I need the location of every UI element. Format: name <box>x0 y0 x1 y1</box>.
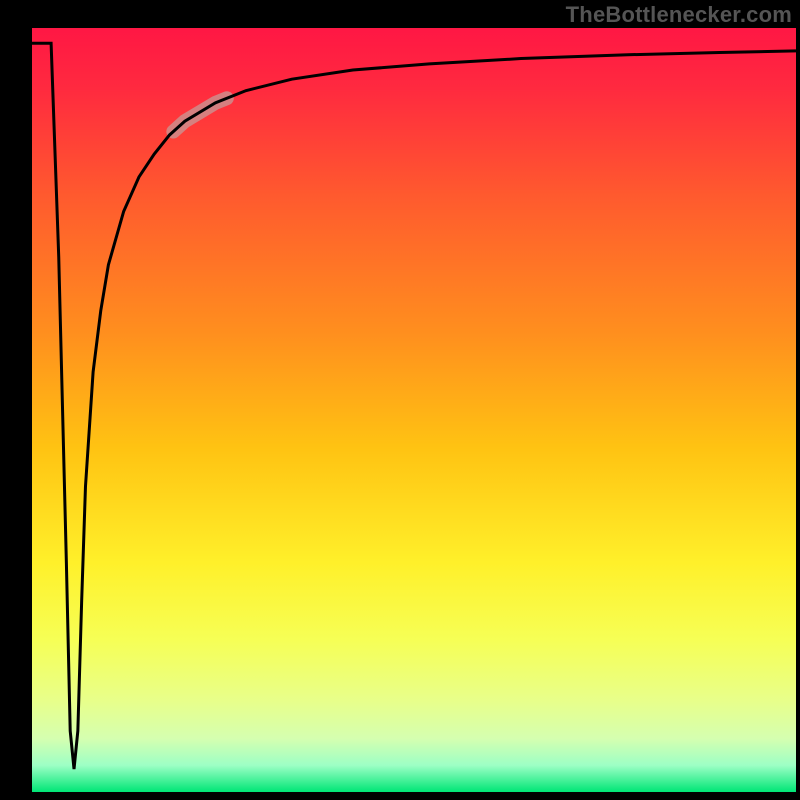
bottleneck-chart <box>0 0 800 800</box>
chart-container: TheBottlenecker.com <box>0 0 800 800</box>
watermark-text: TheBottlenecker.com <box>566 2 792 28</box>
plot-area <box>32 28 796 792</box>
